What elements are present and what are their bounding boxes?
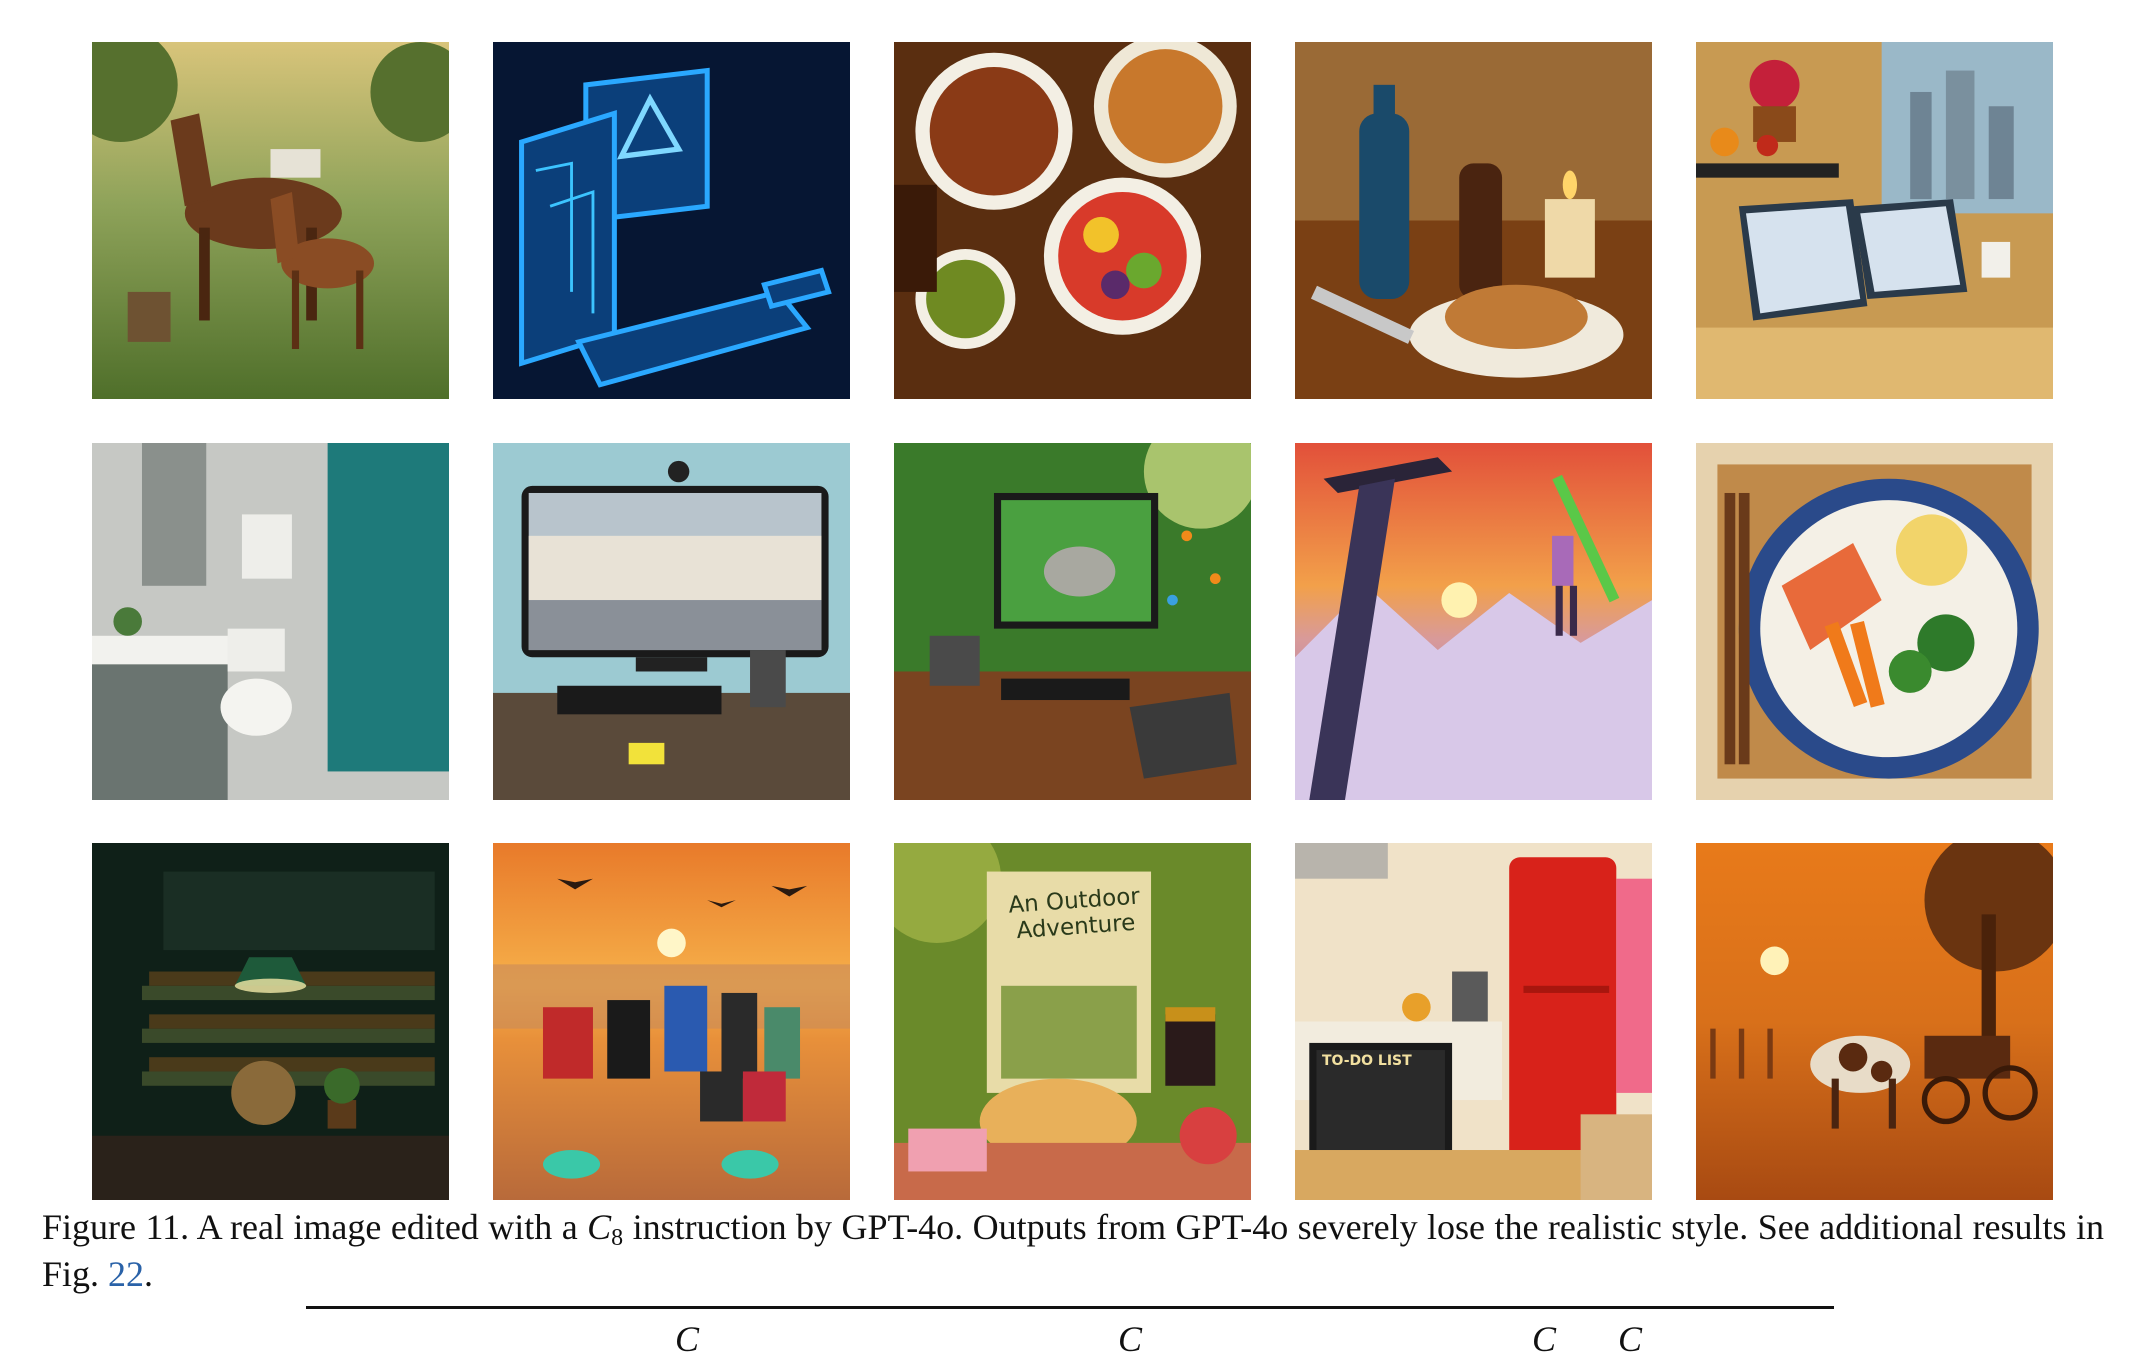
figure-label: Figure 11. — [42, 1207, 190, 1247]
figure-ref-link[interactable]: 22 — [108, 1254, 144, 1294]
table-header-col3: C — [1532, 1319, 1557, 1359]
math-symbol: C — [587, 1207, 612, 1247]
table-header-col2: C — [1118, 1319, 1143, 1359]
caption-text-1: A real image edited with a — [196, 1207, 578, 1247]
bottle-bread-candle-image — [1295, 42, 1652, 399]
beach-group-sunset-image — [493, 843, 850, 1200]
ice-axe-climber-image — [1295, 443, 1652, 800]
neon-computer-image — [493, 42, 850, 399]
table-header-col1: C — [675, 1319, 700, 1359]
math-subscript: 8 — [611, 1225, 624, 1251]
monitor-square-image — [493, 443, 850, 800]
salmon-plate-image — [1696, 443, 2053, 800]
forest-monitor-elephant-image — [894, 443, 1251, 800]
kitchen-red-fridge-image — [1295, 843, 1652, 1200]
caption-end: . — [144, 1254, 154, 1294]
bathroom-image — [92, 443, 449, 800]
image-grid — [0, 0, 2146, 1200]
todo-screen-title: TO-DO LIST — [1322, 1053, 1412, 1069]
horses-meadow-image — [92, 42, 449, 399]
wine-cellar-globe-image — [92, 843, 449, 1200]
book-title: An Outdoor Adventure — [998, 883, 1151, 945]
table-top-rule — [306, 1306, 1834, 1309]
cow-cart-sunset-image — [1696, 843, 2053, 1200]
laptops-window-image — [1696, 42, 2053, 399]
table-header-col4: C — [1618, 1319, 1643, 1359]
food-bowls-image — [894, 42, 1251, 399]
figure-caption: Figure 11. A real image edited with a C8… — [42, 1204, 2104, 1298]
